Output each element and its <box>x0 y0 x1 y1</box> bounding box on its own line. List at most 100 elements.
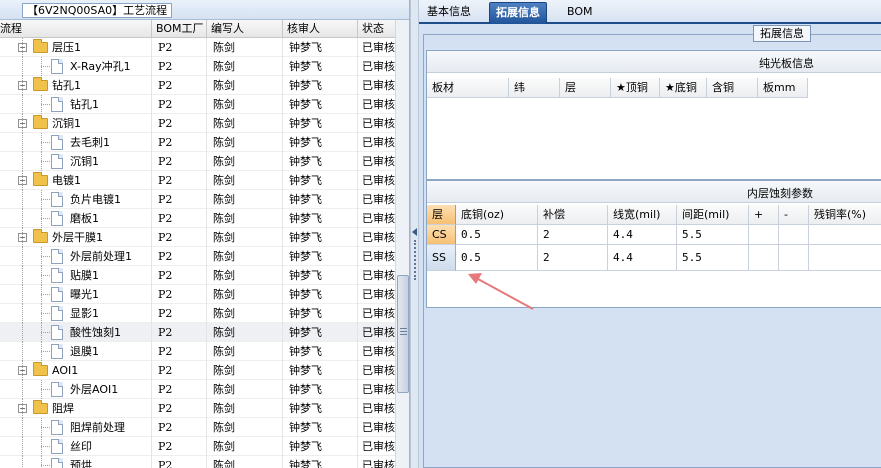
column-header-reviewer[interactable]: 核审人 <box>283 20 358 38</box>
tree-node-cell[interactable]: 显影1 <box>0 304 152 323</box>
tree-scrollbar[interactable] <box>395 20 409 468</box>
tree-step-row[interactable]: 去毛刺1 P2 陈剑 钟梦飞 已审核 <box>0 133 395 152</box>
tree-node-cell[interactable]: − 沉铜1 <box>0 114 152 133</box>
tree-step-row[interactable]: 外层前处理1 P2 陈剑 钟梦飞 已审核 <box>0 247 395 266</box>
tree-node-cell[interactable]: 贴膜1 <box>0 266 152 285</box>
tree-node-cell[interactable]: 预烘 <box>0 456 152 468</box>
tree-node-cell[interactable]: 沉铜1 <box>0 152 152 171</box>
tree-node-cell[interactable]: 曝光1 <box>0 285 152 304</box>
status-cell: 已审核 <box>362 98 395 111</box>
tree-step-row[interactable]: 退膜1 P2 陈剑 钟梦飞 已审核 <box>0 342 395 361</box>
tree-step-row[interactable]: 阻焊前处理 P2 陈剑 钟梦飞 已审核 <box>0 418 395 437</box>
etch-cell-base-copper[interactable]: 0.5 <box>456 225 538 245</box>
tree-node-cell[interactable]: − AOI1 <box>0 361 152 380</box>
tab-basic-info[interactable]: 基本信息 <box>421 2 477 24</box>
tree-connector <box>41 104 50 105</box>
tree-step-row[interactable]: 丝印 P2 陈剑 钟梦飞 已审核 <box>0 437 395 456</box>
board-col-copper-content[interactable]: 含铜 <box>707 78 758 98</box>
status-cell: 已审核 <box>362 345 395 358</box>
column-header-status[interactable]: 状态 <box>358 20 395 38</box>
tree-step-row[interactable]: 外层AOI1 P2 陈剑 钟梦飞 已审核 <box>0 380 395 399</box>
reviewer-cell: 钟梦飞 <box>283 304 358 323</box>
etch-col-layer[interactable]: 层 <box>427 205 456 225</box>
etch-cell-compensation[interactable]: 2 <box>538 225 608 245</box>
tree-group-row[interactable]: − AOI1 P2 陈剑 钟梦飞 已审核 <box>0 361 395 380</box>
etch-cell-spacing[interactable]: 5.5 <box>677 225 749 245</box>
etch-col-base-copper[interactable]: 底铜(oz) <box>456 205 538 225</box>
tree-node-cell[interactable]: − 外层干膜1 <box>0 228 152 247</box>
tree-group-row[interactable]: − 钻孔1 P2 陈剑 钟梦飞 已审核 <box>0 76 395 95</box>
document-icon <box>51 192 63 207</box>
tree-step-row[interactable]: 预烘 P2 陈剑 钟梦飞 已审核 <box>0 456 395 468</box>
tree-node-cell[interactable]: 磨板1 <box>0 209 152 228</box>
etch-col-spacing[interactable]: 间距(mil) <box>677 205 749 225</box>
writer-cell: 陈剑 <box>207 38 283 57</box>
tree-step-row[interactable]: 沉铜1 P2 陈剑 钟梦飞 已审核 <box>0 152 395 171</box>
tree-step-row[interactable]: 负片电镀1 P2 陈剑 钟梦飞 已审核 <box>0 190 395 209</box>
etch-col-plus[interactable]: + <box>749 205 779 225</box>
tree-node-cell[interactable]: − 层压1 <box>0 38 152 57</box>
etch-cell-plus[interactable] <box>749 225 779 245</box>
etch-cell-minus[interactable] <box>779 245 809 271</box>
tree-group-row[interactable]: − 沉铜1 P2 陈剑 钟梦飞 已审核 <box>0 114 395 133</box>
etch-cell-base-copper[interactable]: 0.5 <box>456 245 538 271</box>
board-col-top-copper[interactable]: ★顶铜 <box>611 78 660 98</box>
tree-step-row[interactable]: X-Ray冲孔1 P2 陈剑 钟梦飞 已审核 <box>0 57 395 76</box>
etch-col-residual[interactable]: 残铜率(%) <box>809 205 881 225</box>
folder-icon <box>33 400 48 414</box>
etch-cell-spacing[interactable]: 5.5 <box>677 245 749 271</box>
tree-step-row[interactable]: 贴膜1 P2 陈剑 钟梦飞 已审核 <box>0 266 395 285</box>
tree-group-row[interactable]: − 阻焊 P2 陈剑 钟梦飞 已审核 <box>0 399 395 418</box>
tree-node-label: 外层AOI1 <box>70 383 119 396</box>
tree-node-cell[interactable]: 去毛刺1 <box>0 133 152 152</box>
etch-row-layer[interactable]: SS <box>427 245 456 271</box>
tree-scrollbar-thumb[interactable] <box>397 275 409 393</box>
reviewer-cell: 钟梦飞 <box>283 437 358 456</box>
board-col-weft[interactable]: 纬 <box>509 78 560 98</box>
etch-cell-residual[interactable] <box>809 225 881 245</box>
tree-node-cell[interactable]: − 钻孔1 <box>0 76 152 95</box>
tab-bom[interactable]: BOM <box>561 2 599 24</box>
tree-node-cell[interactable]: 负片电镀1 <box>0 190 152 209</box>
tree-step-row[interactable]: 钻孔1 P2 陈剑 钟梦飞 已审核 <box>0 95 395 114</box>
tree-group-row[interactable]: − 层压1 P2 陈剑 钟梦飞 已审核 <box>0 38 395 57</box>
tree-node-cell[interactable]: − 阻焊 <box>0 399 152 418</box>
board-col-bottom-copper[interactable]: ★底铜 <box>660 78 707 98</box>
etch-row-layer[interactable]: CS <box>427 225 456 245</box>
tree-step-row[interactable]: 酸性蚀刻1 P2 陈剑 钟梦飞 已审核 <box>0 323 395 342</box>
column-header-bom-factory[interactable]: BOM工厂 <box>152 20 207 38</box>
board-col-layer[interactable]: 层 <box>560 78 611 98</box>
etch-cell-line-width[interactable]: 4.4 <box>608 245 677 271</box>
etch-cell-minus[interactable] <box>779 225 809 245</box>
writer-cell: 陈剑 <box>207 190 283 209</box>
column-header-process[interactable]: 流程 <box>0 20 152 38</box>
tree-node-cell[interactable]: X-Ray冲孔1 <box>0 57 152 76</box>
etch-cell-plus[interactable] <box>749 245 779 271</box>
column-header-writer[interactable]: 编写人 <box>207 20 283 38</box>
tree-node-cell[interactable]: − 电镀1 <box>0 171 152 190</box>
tree-node-cell[interactable]: 退膜1 <box>0 342 152 361</box>
tree-node-cell[interactable]: 外层前处理1 <box>0 247 152 266</box>
tree-node-cell[interactable]: 阻焊前处理 <box>0 418 152 437</box>
tree-group-row[interactable]: − 电镀1 P2 陈剑 钟梦飞 已审核 <box>0 171 395 190</box>
etch-col-line-width[interactable]: 线宽(mil) <box>608 205 677 225</box>
etch-col-compensation[interactable]: 补偿 <box>538 205 608 225</box>
tree-node-cell[interactable]: 外层AOI1 <box>0 380 152 399</box>
collapse-left-icon[interactable] <box>412 228 417 236</box>
board-col-thickness[interactable]: 板mm <box>758 78 808 98</box>
etch-cell-residual[interactable] <box>809 245 881 271</box>
tree-node-cell[interactable]: 钻孔1 <box>0 95 152 114</box>
tab-extended-info[interactable]: 拓展信息 <box>489 2 547 24</box>
tree-node-cell[interactable]: 酸性蚀刻1 <box>0 323 152 342</box>
tree-step-row[interactable]: 曝光1 P2 陈剑 钟梦飞 已审核 <box>0 285 395 304</box>
etch-cell-line-width[interactable]: 4.4 <box>608 225 677 245</box>
reviewer-cell: 钟梦飞 <box>283 266 358 285</box>
etch-col-minus[interactable]: - <box>779 205 809 225</box>
tree-node-cell[interactable]: 丝印 <box>0 437 152 456</box>
tree-step-row[interactable]: 磨板1 P2 陈剑 钟梦飞 已审核 <box>0 209 395 228</box>
tree-group-row[interactable]: − 外层干膜1 P2 陈剑 钟梦飞 已审核 <box>0 228 395 247</box>
board-col-material[interactable]: 板材 <box>427 78 509 98</box>
tree-step-row[interactable]: 显影1 P2 陈剑 钟梦飞 已审核 <box>0 304 395 323</box>
pane-splitter[interactable] <box>410 0 419 468</box>
etch-cell-compensation[interactable]: 2 <box>538 245 608 271</box>
